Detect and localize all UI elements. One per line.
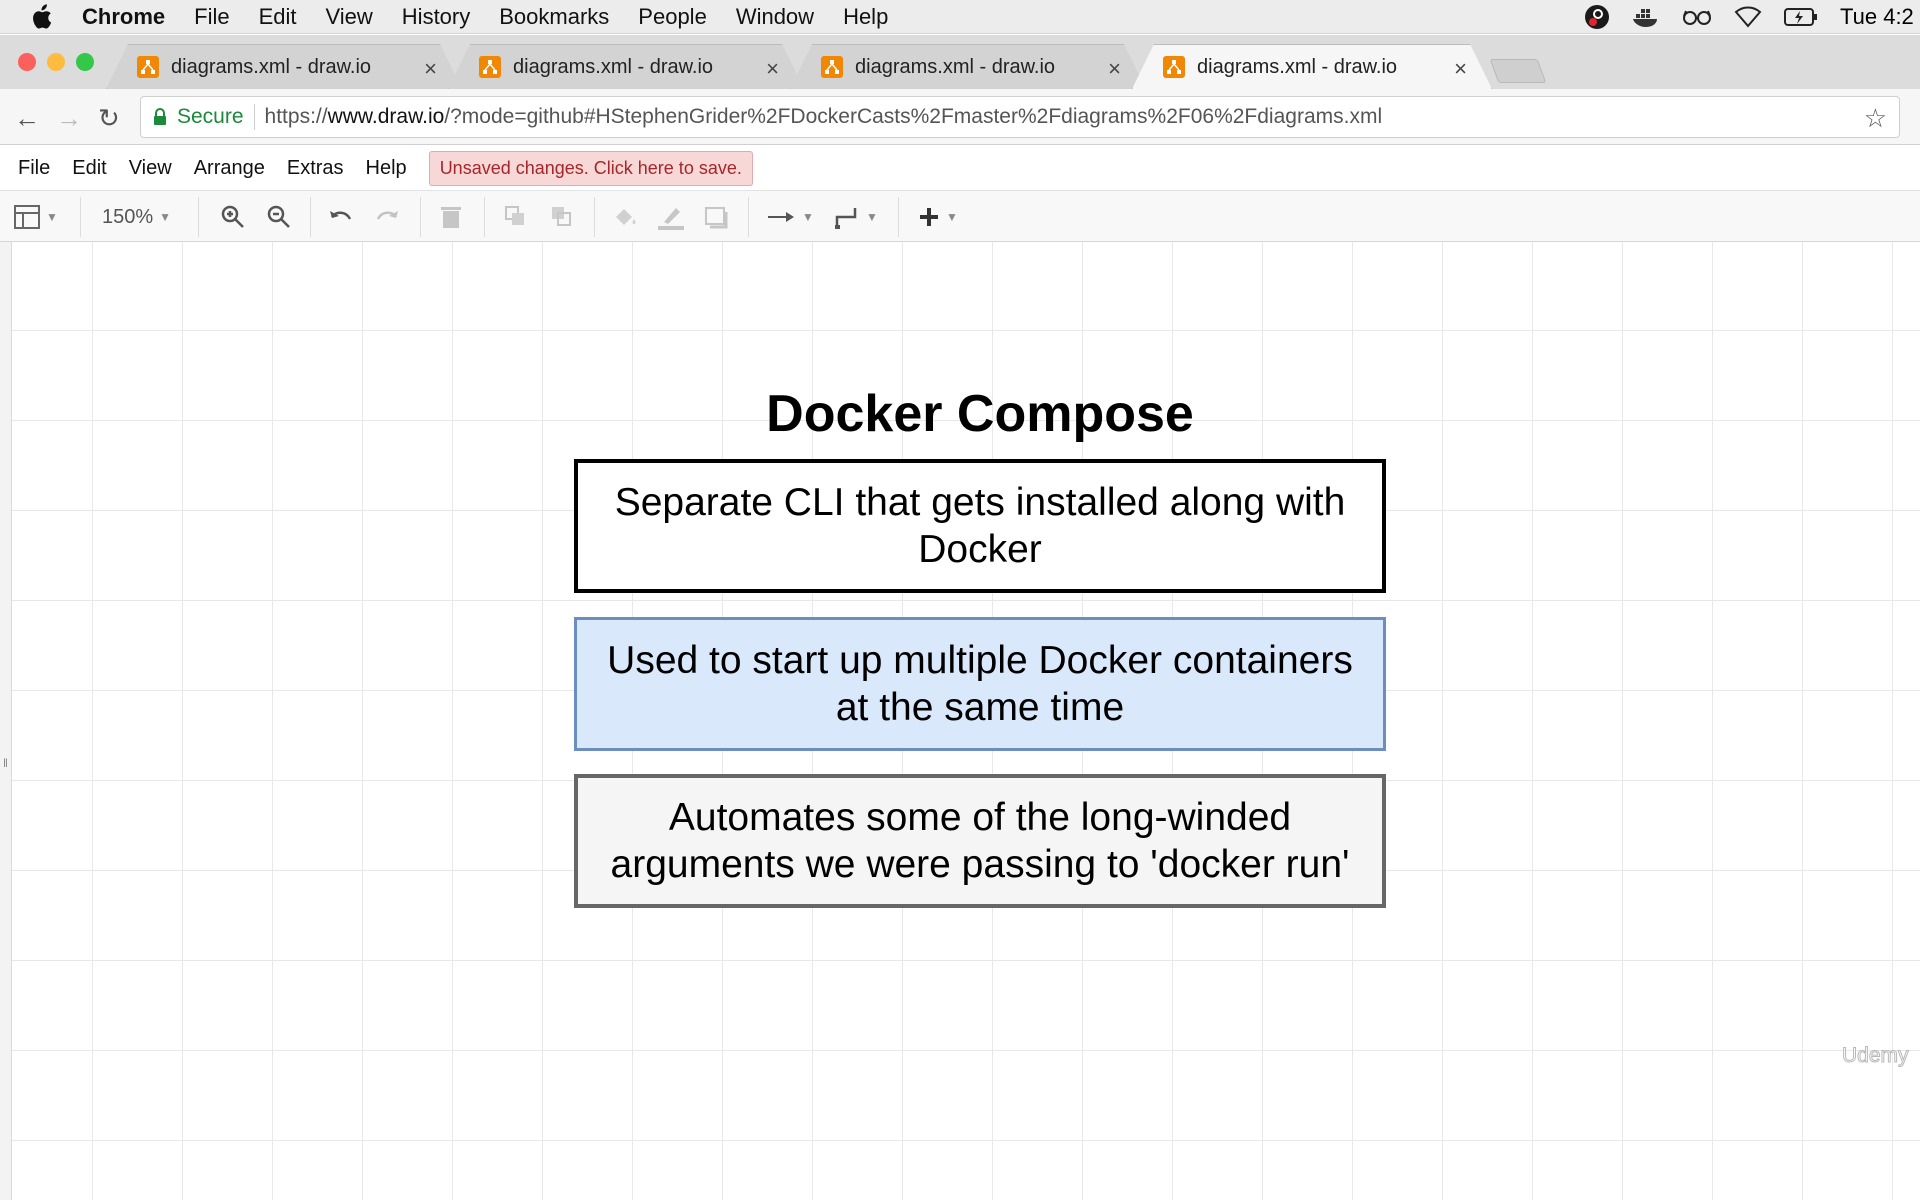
wifi-icon[interactable] [1734,6,1762,28]
zoom-out-icon[interactable] [266,203,292,231]
delete-icon[interactable] [440,203,462,231]
shadow-icon[interactable] [704,203,730,231]
os-menu-bookmarks[interactable]: Bookmarks [499,4,609,30]
waypoints-icon[interactable]: ▼ [834,203,878,231]
insert-plus-icon[interactable]: ▼ [918,203,958,231]
os-menu-history[interactable]: History [402,4,470,30]
lock-icon [153,108,167,126]
window-close-button[interactable] [18,53,36,71]
address-bar[interactable]: Secure https://www.draw.io/?mode=github#… [140,96,1900,138]
sidebar-collapsed-strip[interactable]: ‖ [0,242,12,1200]
redo-icon[interactable] [374,203,400,231]
zoom-level: 150% [102,205,154,228]
unsaved-changes-button[interactable]: Unsaved changes. Click here to save. [428,150,753,186]
drawio-menu-help[interactable]: Help [366,157,407,180]
diagram-box-1[interactable]: Separate CLI that gets installed along w… [574,459,1386,593]
chevron-down-icon: ▼ [866,210,878,224]
format-panel-icon[interactable]: ▼ [14,203,58,231]
url-path: /?mode=github#HStephenGrider%2FDockerCas… [444,105,1383,128]
drawio-menu-arrange[interactable]: Arrange [194,157,265,180]
chevron-down-icon: ▼ [946,210,958,224]
box-text: Separate CLI that gets installed along w… [614,481,1346,571]
udemy-watermark: Udemy [1842,1044,1910,1068]
new-tab-button[interactable] [1489,59,1547,83]
browser-tab-1[interactable]: diagrams.xml - draw.io × [106,44,462,89]
toolbar-divider [898,197,899,237]
apple-icon[interactable] [30,3,60,30]
toolbar-divider [420,197,421,237]
glasses-icon[interactable] [1682,8,1712,26]
chevron-down-icon: ▼ [159,210,172,224]
toolbar-divider [484,197,485,237]
os-menu-view[interactable]: View [326,4,373,30]
line-color-icon[interactable] [656,203,686,231]
drawio-favicon-icon [1163,56,1185,78]
fill-color-icon[interactable] [612,203,638,231]
toolbar-divider [80,197,81,237]
forward-arrow-icon[interactable]: → [56,103,82,134]
menubar-clock[interactable]: Tue 4:2 [1840,4,1920,30]
to-front-icon[interactable] [504,203,528,231]
connection-style-icon[interactable]: ▼ [766,203,814,231]
box-text: Used to start up multiple Docker contain… [607,639,1353,729]
drawio-favicon-icon [821,56,843,78]
drawio-menu-file[interactable]: File [18,157,50,180]
zoom-select[interactable]: 150% ▼ [102,203,171,231]
window-minimize-button[interactable] [47,53,65,71]
diagram-title[interactable]: Docker Compose [574,384,1386,444]
os-menu-help[interactable]: Help [843,4,888,30]
battery-charging-icon[interactable] [1784,7,1818,27]
to-back-icon[interactable] [550,203,574,231]
drawio-menu-edit[interactable]: Edit [72,157,106,180]
tab-close-icon[interactable]: × [424,56,437,82]
os-menu-people[interactable]: People [638,4,707,30]
toolbar-divider [198,197,199,237]
browser-tab-3[interactable]: diagrams.xml - draw.io × [790,44,1146,89]
os-menu-window[interactable]: Window [736,4,814,30]
os-menubar: Chrome File Edit View History Bookmarks … [0,0,1920,34]
tab-title: diagrams.xml - draw.io [171,55,372,78]
tab-title: diagrams.xml - draw.io [1197,55,1398,78]
tab-title: diagrams.xml - draw.io [855,55,1056,78]
chevron-down-icon: ▼ [46,210,58,224]
docker-icon[interactable] [1632,6,1660,28]
drawio-favicon-icon [137,56,159,78]
drawio-menu-view[interactable]: View [129,157,172,180]
browser-tab-2[interactable]: diagrams.xml - draw.io × [448,44,804,89]
toolbar-divider [310,197,311,237]
secure-label: Secure [177,105,244,128]
toolbar-divider [748,197,749,237]
tab-close-icon[interactable]: × [1108,56,1121,82]
drawio-favicon-icon [479,56,501,78]
tab-close-icon[interactable]: × [1454,56,1467,82]
browser-tab-strip: diagrams.xml - draw.io × diagrams.xml - … [0,35,1920,89]
os-menu-file[interactable]: File [194,4,229,30]
back-arrow-icon[interactable]: ← [14,103,40,134]
toolbar-divider [594,197,595,237]
bookmark-star-icon[interactable]: ☆ [1864,103,1887,134]
creative-cloud-icon[interactable] [1584,4,1610,30]
url-host: www.draw.io [327,105,445,128]
undo-icon[interactable] [328,203,354,231]
tab-close-icon[interactable]: × [766,56,779,82]
zoom-in-icon[interactable] [220,203,246,231]
url-text[interactable]: https://www.draw.io/?mode=github#HStephe… [265,105,1383,129]
tab-title: diagrams.xml - draw.io [513,55,714,78]
drawio-toolbar: ▼ 150% ▼ ▼ ▼ ▼ [0,190,1920,242]
drawio-menubar: File Edit View Arrange Extras Help Unsav… [0,146,1920,190]
chevron-down-icon: ▼ [802,210,814,224]
reload-icon[interactable]: ↻ [98,103,120,134]
window-zoom-button[interactable] [76,53,94,71]
omnibox-divider [253,104,255,130]
box-text: Automates some of the long-winded argume… [610,796,1350,886]
browser-toolbar: ← → ↻ Secure https://www.draw.io/?mode=g… [0,89,1920,145]
browser-tab-4-active[interactable]: diagrams.xml - draw.io × [1132,44,1492,89]
splitter-handle-icon[interactable]: ‖ [3,756,8,770]
diagram-box-2[interactable]: Used to start up multiple Docker contain… [574,617,1386,751]
app-menu-chrome[interactable]: Chrome [82,4,165,30]
diagram-box-3[interactable]: Automates some of the long-winded argume… [574,774,1386,908]
url-prefix: https:// [264,105,328,128]
drawio-menu-extras[interactable]: Extras [287,157,344,180]
os-menu-edit[interactable]: Edit [259,4,297,30]
